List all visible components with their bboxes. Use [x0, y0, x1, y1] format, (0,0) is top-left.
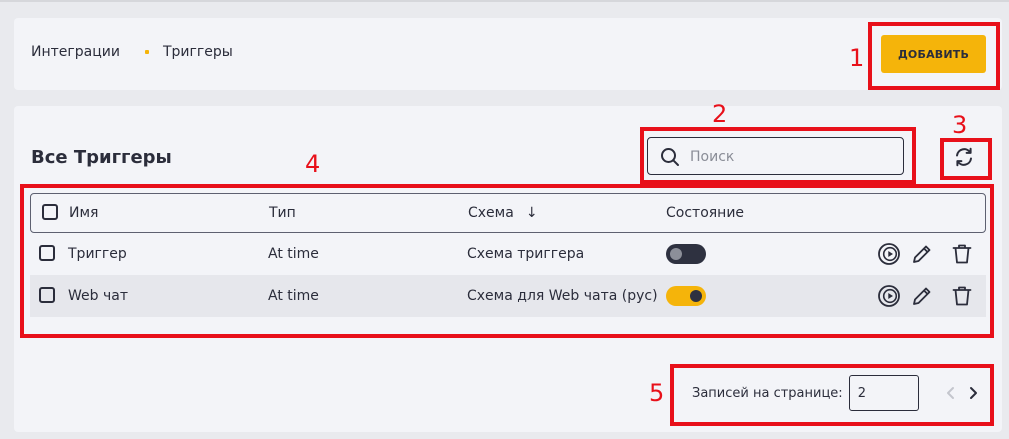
annotation-number-5: 5: [649, 379, 665, 407]
breadcrumb-root[interactable]: Интеграции: [31, 44, 120, 60]
breadcrumb-current: Триггеры: [162, 44, 233, 60]
annotation-box-4: [20, 184, 994, 338]
annotation-number-3: 3: [952, 111, 968, 139]
annotation-box-3: [940, 138, 992, 180]
breadcrumb: Интеграции Триггеры: [31, 44, 233, 60]
top-divider: [0, 0, 1009, 2]
breadcrumb-separator-icon: [144, 50, 149, 54]
annotation-box-2: [640, 127, 916, 184]
page-title: Все Триггеры: [31, 147, 172, 168]
annotation-number-4: 4: [305, 150, 321, 178]
annotation-box-5: [670, 364, 994, 426]
annotation-number-1: 1: [849, 44, 865, 72]
annotation-box-1: [868, 22, 1000, 90]
annotation-number-2: 2: [712, 100, 728, 128]
